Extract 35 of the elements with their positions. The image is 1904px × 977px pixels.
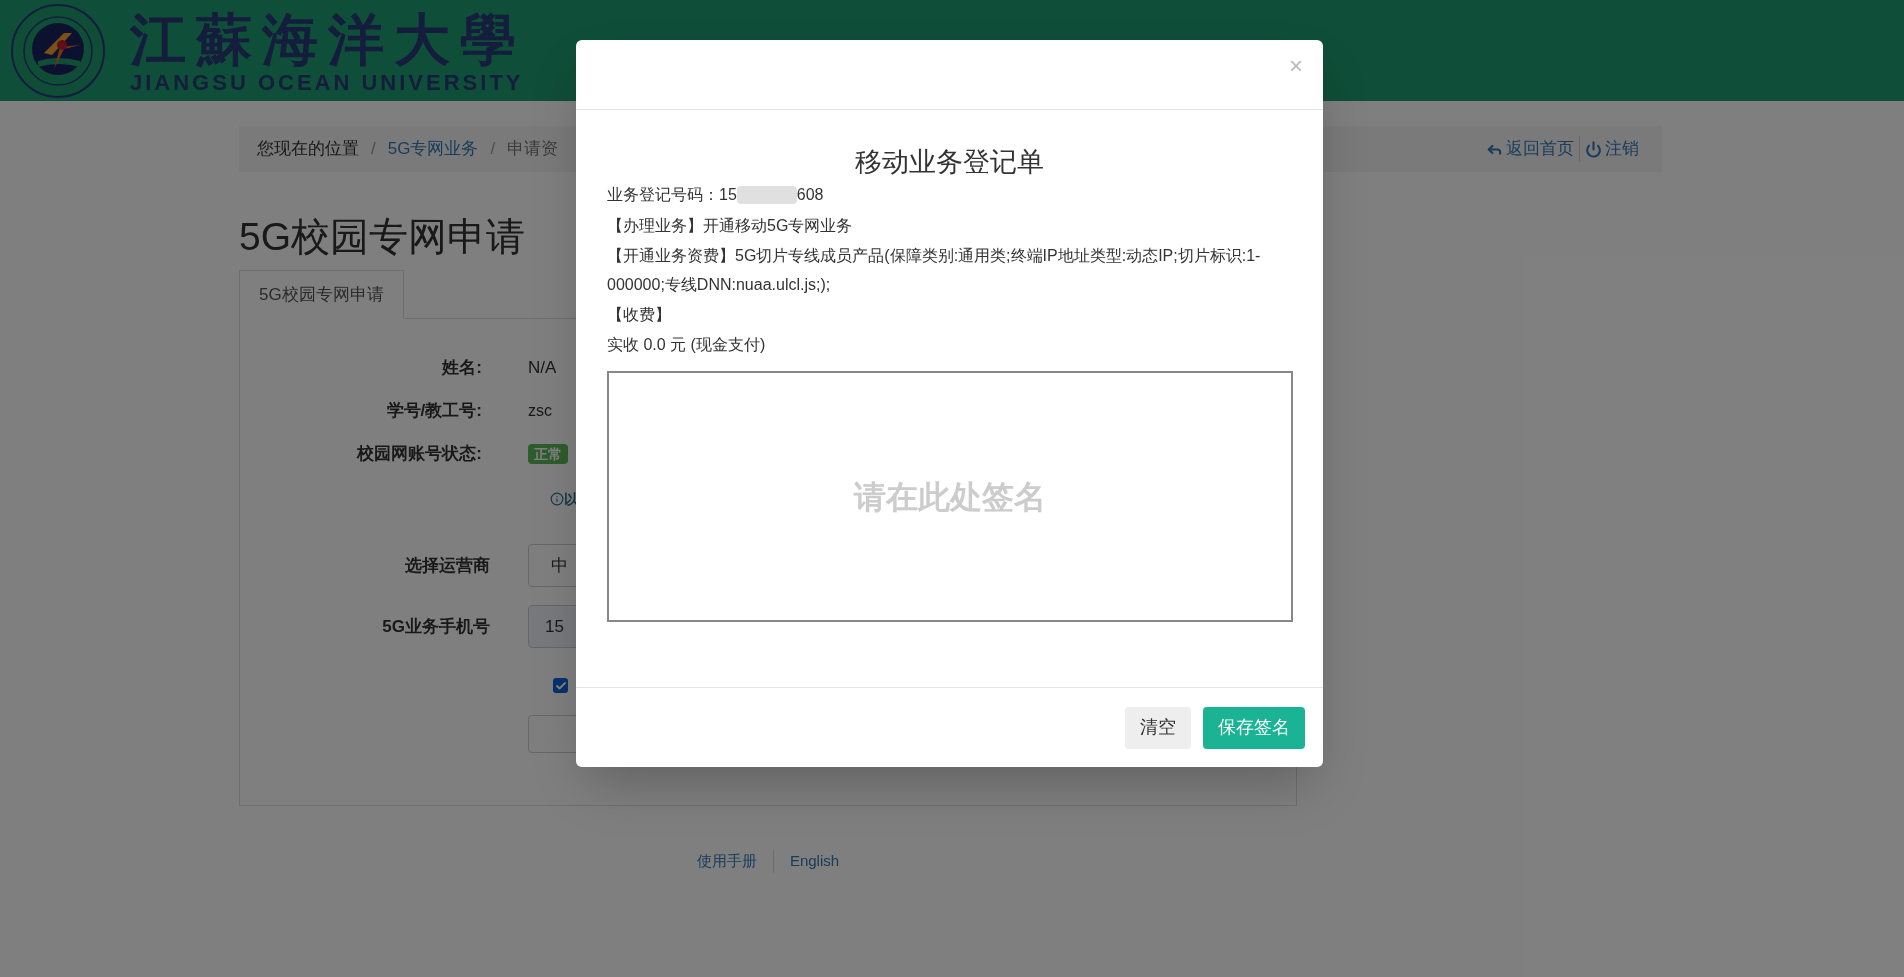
registration-number-start: 15 [719, 185, 737, 205]
save-signature-button[interactable]: 保存签名 [1203, 706, 1305, 749]
close-button[interactable]: × [1289, 54, 1303, 78]
breadcrumb-link[interactable]: 5G专网业务 [387, 136, 479, 162]
breadcrumb-text: 您现在的位置 [257, 138, 359, 161]
info-line: 实收 0.0 元 (现金支付) [607, 335, 767, 355]
field-label: 选择运营商 [404, 554, 490, 577]
breadcrumb-separator: / [371, 138, 376, 161]
field-label: 校园网账号状态: [355, 443, 482, 465]
home-link[interactable]: 返回首页 [1481, 136, 1579, 162]
field-value: N/A [528, 358, 557, 377]
logout-link[interactable]: 注销 [1579, 136, 1644, 162]
dialog-title: 移动业务登记单 [854, 146, 1045, 179]
clear-button[interactable]: 清空 [1125, 706, 1191, 749]
agree-checkbox[interactable] [553, 678, 568, 693]
page-title: 5G校园专网申请 [239, 214, 526, 260]
info-line: 【办理业务】开通移动5G专网业务 [607, 216, 854, 236]
field-label: 5G业务手机号 [381, 615, 490, 638]
footer-link[interactable]: English [772, 850, 856, 873]
redacted-blur [736, 186, 797, 204]
info-text: 以 [564, 489, 578, 509]
footer-link[interactable]: 使用手册 [680, 850, 773, 873]
registration-number-end: 608 [796, 185, 824, 205]
info-line: 【开通业务资费】5G切片专线成员产品(保障类别:通用类;终端IP地址类型:动态IP;切片标识:1-000000;专线DNN:nuaa.ulcl.js;); [607, 246, 1262, 295]
info-icon [550, 492, 564, 506]
info-line: 【收费】 [607, 305, 672, 325]
status-badge: 正常 [528, 444, 568, 464]
breadcrumb-text: 申请资 [507, 138, 559, 161]
tab[interactable]: 5G校园专网申请 [239, 270, 404, 319]
field-label: 学号/教工号: [385, 400, 482, 422]
power-icon [1585, 140, 1602, 158]
field-label: 姓名: [440, 357, 482, 379]
field-value: zsc [528, 402, 552, 419]
breadcrumb-separator: / [490, 138, 496, 161]
registration-label: 业务登记号码： [607, 185, 719, 205]
